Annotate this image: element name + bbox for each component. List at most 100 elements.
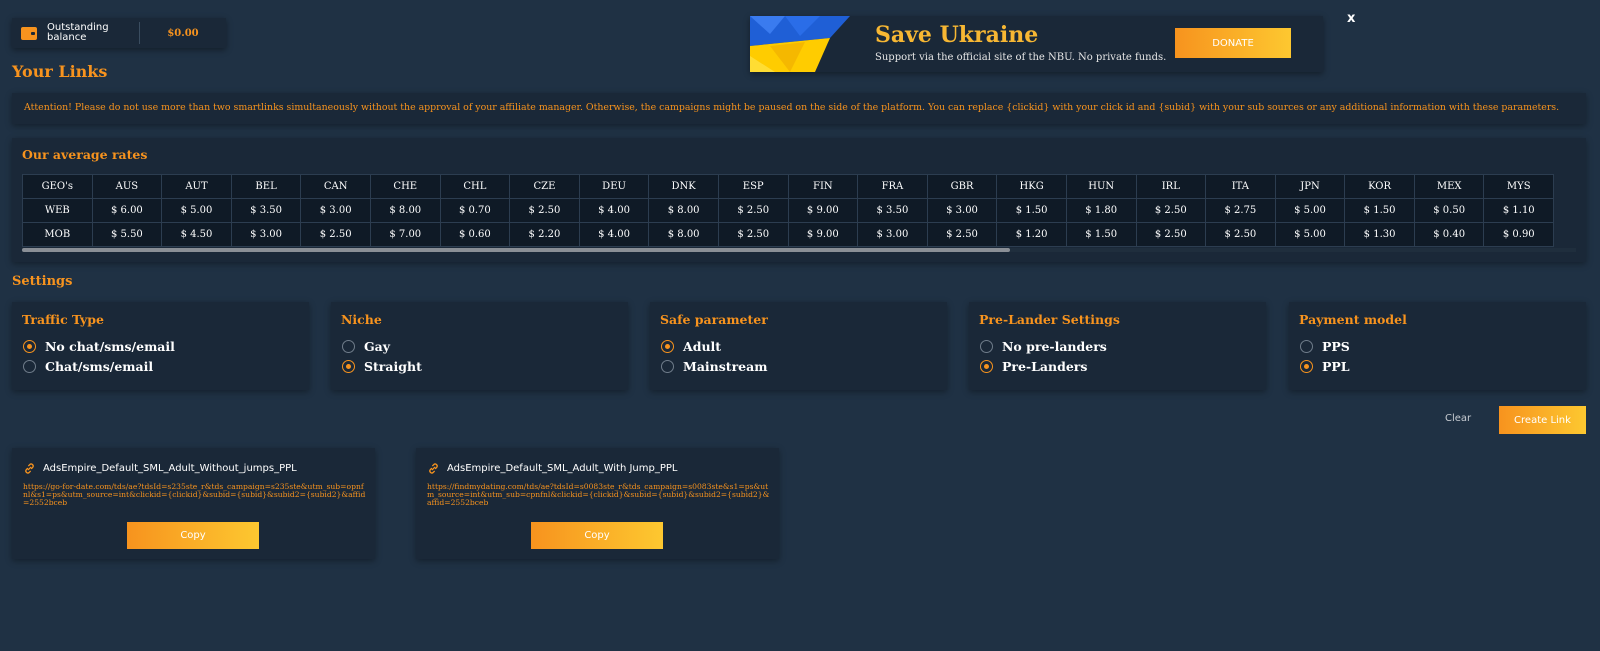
rates-mob-cell: $ 2.50 (1205, 222, 1276, 247)
rates-web-cell: $ 5.00 (161, 198, 232, 223)
link-name: AdsEmpire_Default_SML_Adult_With Jump_PP… (447, 463, 678, 474)
copy-button[interactable]: Copy (531, 522, 663, 549)
copy-button[interactable]: Copy (127, 522, 259, 549)
link-header: AdsEmpire_Default_SML_Adult_Without_jump… (23, 462, 297, 475)
rates-mob-cell: $ 5.00 (1274, 222, 1346, 247)
option-label: Straight (364, 359, 422, 374)
radio-checked-icon[interactable] (1300, 360, 1313, 373)
balance-amount: $0.00 (167, 27, 199, 39)
traffic-type-title: Traffic Type (22, 312, 104, 327)
payment-option-ppl[interactable]: PPL (1300, 359, 1350, 374)
outstanding-balance-box: Outstanding balance $0.00 (12, 18, 226, 48)
option-label: No pre-landers (1002, 339, 1107, 354)
radio-checked-icon[interactable] (661, 340, 674, 353)
rates-web-cell: $ 3.50 (230, 198, 302, 223)
rates-header-cell: ITA (1205, 174, 1276, 199)
rates-header-cell: CZE (509, 174, 580, 199)
rates-web-cell: $ 3.00 (926, 198, 998, 223)
rates-web-cell: $ 2.75 (1205, 198, 1276, 223)
rates-header-cell: GEO's (22, 174, 93, 199)
rates-web-cell: $ 2.50 (509, 198, 580, 223)
link-card: AdsEmpire_Default_SML_Adult_Without_jump… (12, 448, 375, 559)
rates-web-cell: $ 1.50 (1344, 198, 1415, 223)
safe-option-adult[interactable]: Adult (661, 339, 721, 354)
rates-mob-cell: $ 2.50 (717, 222, 789, 247)
radio-unchecked-icon[interactable] (1300, 340, 1313, 353)
radio-unchecked-icon[interactable] (23, 360, 36, 373)
traffic-type-card: Traffic Type No chat/sms/email Chat/sms/… (12, 302, 309, 390)
rates-scrollbar[interactable] (22, 248, 1576, 252)
rates-web-cell: $ 2.50 (1135, 198, 1207, 223)
link-card: AdsEmpire_Default_SML_Adult_With Jump_PP… (416, 448, 779, 559)
prelander-option-prelanders[interactable]: Pre-Landers (980, 359, 1087, 374)
rates-header-cell: MYS (1483, 174, 1555, 199)
rates-mob-cell: $ 3.00 (857, 222, 928, 247)
rates-mob-cell: $ 3.00 (230, 222, 302, 247)
ukraine-flag-icon (750, 16, 850, 72)
option-label: Pre-Landers (1002, 359, 1088, 374)
option-label: No chat/sms/email (45, 339, 175, 354)
scrollbar-thumb[interactable] (22, 248, 1010, 252)
niche-option-straight[interactable]: Straight (342, 359, 422, 374)
rates-mob-cell: $ 0.90 (1483, 222, 1555, 247)
donate-button[interactable]: DONATE (1175, 28, 1291, 58)
rates-header-cell: FRA (857, 174, 928, 199)
radio-unchecked-icon[interactable] (661, 360, 674, 373)
rates-header-cell: JPN (1274, 174, 1346, 199)
rates-table-scroll[interactable]: GEO's AUS AUT BEL CAN CHE CHL CZE DEU DNK ESP FIN FR… (22, 174, 1576, 247)
rates-mob-cell: $ 2.50 (300, 222, 371, 247)
rates-mob-cell: $ 1.50 (1065, 222, 1137, 247)
create-link-button[interactable]: Create Link (1499, 406, 1586, 434)
rates-web-cell: $ 3.50 (857, 198, 928, 223)
radio-checked-icon[interactable] (23, 340, 36, 353)
banner-title: Save Ukraine (875, 22, 1039, 48)
link-header: AdsEmpire_Default_SML_Adult_With Jump_PP… (427, 462, 677, 475)
rates-header-cell: CAN (300, 174, 371, 199)
rates-mob-cell: $ 1.30 (1344, 222, 1415, 247)
option-label: Mainstream (683, 359, 768, 374)
close-icon[interactable]: x (1347, 11, 1355, 26)
rates-web-cell: $ 8.00 (648, 198, 719, 223)
radio-checked-icon[interactable] (980, 360, 993, 373)
rates-web-cell: $ 3.00 (300, 198, 371, 223)
rates-header-cell: HUN (1065, 174, 1137, 199)
rates-mob-cell: $ 9.00 (787, 222, 859, 247)
rates-header-cell: DNK (648, 174, 719, 199)
link-url: https://findmydating.com/tds/ae?tdsId=s0… (427, 482, 770, 507)
settings-title: Settings (12, 274, 73, 289)
rates-mob-cell: $ 5.50 (91, 222, 163, 247)
rates-header-cell: HKG (996, 174, 1067, 199)
rates-header-cell: ESP (717, 174, 789, 199)
niche-card: Niche Gay Straight (331, 302, 628, 390)
radio-checked-icon[interactable] (342, 360, 355, 373)
clear-button[interactable]: Clear (1445, 413, 1471, 424)
rates-header-cell: FIN (787, 174, 859, 199)
radio-unchecked-icon[interactable] (342, 340, 355, 353)
link-icon (429, 463, 438, 474)
rates-mob-cell: $ 2.50 (1135, 222, 1207, 247)
rates-web-cell: $ 2.50 (717, 198, 789, 223)
rates-mob-cell: $ 4.00 (578, 222, 650, 247)
rates-web-cell: $ 0.50 (1413, 198, 1485, 223)
attention-notice: Attention! Please do not use more than t… (12, 93, 1586, 124)
rates-header-cell: BEL (230, 174, 302, 199)
rates-mob-row: MOB $ 5.50 $ 4.50 $ 3.00 $ 2.50 $ 7.00 $ 0.60 $… (22, 222, 1555, 247)
rates-header-cell: GBR (926, 174, 998, 199)
link-name: AdsEmpire_Default_SML_Adult_Without_jump… (43, 463, 297, 474)
rates-header-cell: AUS (91, 174, 163, 199)
rates-header-cell: CHE (369, 174, 441, 199)
rates-header-cell: KOR (1344, 174, 1415, 199)
safe-option-mainstream[interactable]: Mainstream (661, 359, 767, 374)
radio-unchecked-icon[interactable] (980, 340, 993, 353)
traffic-option-no-chat[interactable]: No chat/sms/email (23, 339, 175, 354)
traffic-option-chat[interactable]: Chat/sms/email (23, 359, 153, 374)
rates-web-cell: $ 6.00 (91, 198, 163, 223)
rates-web-cell: $ 1.50 (996, 198, 1067, 223)
save-ukraine-banner: Save Ukraine Support via the official si… (750, 16, 1323, 72)
niche-option-gay[interactable]: Gay (342, 339, 390, 354)
rates-title: Our average rates (22, 147, 148, 162)
rates-mob-cell: $ 7.00 (369, 222, 441, 247)
payment-option-pps[interactable]: PPS (1300, 339, 1350, 354)
rates-header-row: GEO's AUS AUT BEL CAN CHE CHL CZE DEU DNK ESP FIN FR… (22, 174, 1555, 199)
prelander-option-none[interactable]: No pre-landers (980, 339, 1107, 354)
